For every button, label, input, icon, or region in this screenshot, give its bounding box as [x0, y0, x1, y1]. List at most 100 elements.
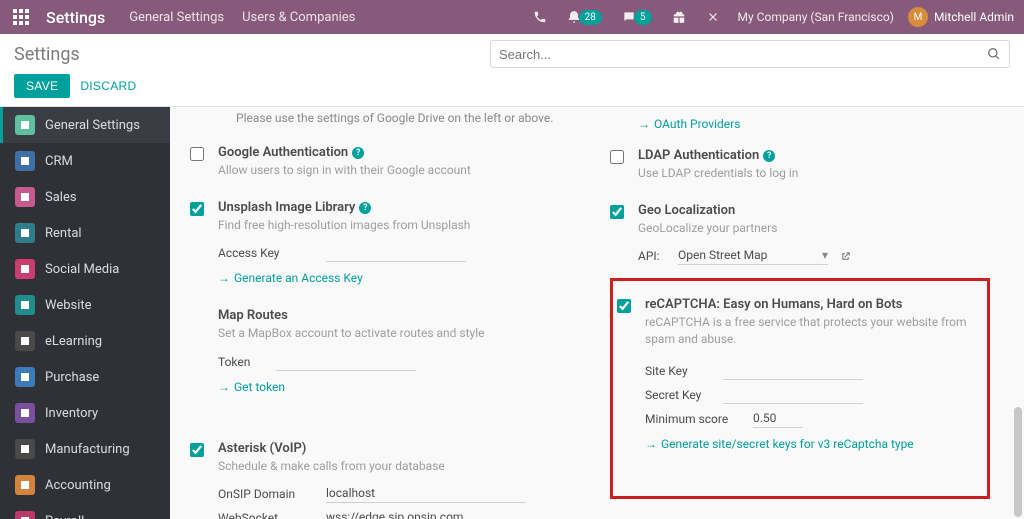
discard-button[interactable]: DISCARD: [80, 79, 136, 93]
sidebar-icon: [15, 295, 35, 315]
setting-unsplash: Unsplash Image Library? Find free high-r…: [190, 192, 570, 300]
sidebar-icon: [15, 331, 35, 351]
activity-icon[interactable]: 28: [561, 6, 608, 28]
sidebar-item-sales[interactable]: Sales: [0, 179, 170, 215]
min-score-label: Minimum score: [645, 412, 745, 426]
site-key-input[interactable]: [723, 362, 863, 380]
onsip-input[interactable]: localhost: [326, 485, 526, 503]
sidebar-item-label: General Settings: [45, 118, 140, 133]
min-score-input[interactable]: 0.50: [753, 410, 803, 428]
recaptcha-title: reCAPTCHA: Easy on Humans, Hard on Bots: [645, 297, 902, 312]
messaging-icon[interactable]: 5: [616, 6, 658, 28]
sidebar-item-label: Inventory: [45, 406, 98, 421]
secret-key-input[interactable]: [723, 386, 863, 404]
sidebar-icon: [15, 475, 35, 495]
geo-title: Geo Localization: [638, 203, 735, 218]
sidebar-item-general-settings[interactable]: General Settings: [0, 107, 170, 143]
sidebar-icon: [15, 511, 35, 519]
sidebar-icon: [15, 151, 35, 171]
google-auth-title: Google Authentication: [218, 145, 348, 160]
ldap-desc: Use LDAP credentials to log in: [638, 165, 990, 181]
sidebar-item-elearning[interactable]: eLearning: [0, 323, 170, 359]
sidebar-item-accounting[interactable]: Accounting: [0, 467, 170, 503]
asterisk-title: Asterisk (VoIP): [218, 441, 306, 456]
search-input[interactable]: [499, 47, 987, 62]
sidebar-icon: [15, 259, 35, 279]
gift-icon[interactable]: [666, 6, 692, 28]
geo-api-select[interactable]: Open Street Map▾: [678, 247, 828, 265]
recaptcha-checkbox[interactable]: [617, 299, 631, 313]
sidebar-item-label: Social Media: [45, 262, 119, 277]
maproutes-title: Map Routes: [218, 308, 288, 323]
unsplash-title: Unsplash Image Library: [218, 200, 355, 215]
ldap-checkbox[interactable]: [610, 150, 624, 164]
access-key-input[interactable]: [326, 244, 466, 262]
geo-desc: GeoLocalize your partners: [638, 220, 990, 236]
sidebar-item-label: Accounting: [45, 478, 111, 493]
recaptcha-desc: reCAPTCHA is a free service that protect…: [645, 314, 975, 346]
access-key-label: Access Key: [218, 246, 318, 260]
top-nav: Settings General Settings Users & Compan…: [0, 0, 1024, 34]
nav-users-companies[interactable]: Users & Companies: [242, 10, 355, 25]
unsplash-desc: Find free high-resolution images from Un…: [218, 217, 570, 233]
nav-general-settings[interactable]: General Settings: [129, 10, 224, 25]
sidebar-icon: [15, 367, 35, 387]
external-link-icon[interactable]: [840, 251, 851, 262]
phone-icon[interactable]: [527, 6, 553, 28]
sidebar-item-label: Manufacturing: [45, 442, 130, 457]
sidebar-icon: [15, 439, 35, 459]
asterisk-desc: Schedule & make calls from your database: [218, 458, 570, 474]
search-icon: [987, 47, 1001, 61]
search-input-wrap[interactable]: [490, 40, 1010, 68]
get-token-link[interactable]: →Get token: [218, 380, 285, 394]
settings-col-left: Please use the settings of Google Drive …: [170, 107, 590, 519]
secret-key-label: Secret Key: [645, 388, 715, 402]
token-label: Token: [218, 355, 268, 369]
generate-recaptcha-keys-link[interactable]: →Generate site/secret keys for v3 reCapt…: [645, 437, 914, 451]
sidebar-item-social-media[interactable]: Social Media: [0, 251, 170, 287]
messaging-badge: 5: [634, 10, 652, 25]
setting-recaptcha: reCAPTCHA: Easy on Humans, Hard on Bots …: [617, 289, 975, 455]
avatar: M: [908, 7, 928, 27]
sidebar-item-label: Website: [45, 298, 92, 313]
sidebar-item-payroll[interactable]: Payroll: [0, 503, 170, 519]
close-tray-icon[interactable]: [700, 6, 726, 28]
sidebar-item-label: Purchase: [45, 370, 99, 385]
google-drive-hint: Please use the settings of Google Drive …: [190, 107, 570, 137]
settings-content: Please use the settings of Google Drive …: [170, 107, 1024, 519]
save-button[interactable]: SAVE: [14, 74, 70, 98]
help-icon[interactable]: ?: [352, 147, 364, 159]
token-input[interactable]: [276, 353, 416, 371]
control-panel: Settings SAVE DISCARD: [0, 34, 1024, 107]
google-auth-checkbox[interactable]: [190, 147, 204, 161]
ldap-title: LDAP Authentication: [638, 148, 759, 163]
sidebar-item-inventory[interactable]: Inventory: [0, 395, 170, 431]
user-menu[interactable]: M Mitchell Admin: [908, 7, 1014, 27]
unsplash-checkbox[interactable]: [190, 202, 204, 216]
generate-access-key-link[interactable]: →Generate an Access Key: [218, 271, 363, 285]
geo-checkbox[interactable]: [610, 205, 624, 219]
sidebar-item-label: CRM: [45, 154, 73, 169]
activity-badge: 28: [579, 10, 602, 25]
sidebar-item-website[interactable]: Website: [0, 287, 170, 323]
setting-geolocalization: Geo Localization GeoLocalize your partne…: [610, 195, 990, 282]
page-title: Settings: [14, 44, 80, 65]
sidebar-item-purchase[interactable]: Purchase: [0, 359, 170, 395]
sidebar-item-label: Payroll: [45, 514, 84, 519]
sidebar-item-crm[interactable]: CRM: [0, 143, 170, 179]
help-icon[interactable]: ?: [763, 150, 775, 162]
company-selector[interactable]: My Company (San Francisco): [738, 10, 894, 24]
help-icon[interactable]: ?: [359, 202, 371, 214]
scrollbar-thumb[interactable]: [1014, 407, 1022, 517]
sidebar-item-label: Rental: [45, 226, 82, 241]
main: General Settings CRM Sales Rental Social Med…: [0, 107, 1024, 519]
sidebar-icon: [15, 403, 35, 423]
oauth-providers-link[interactable]: →OAuth Providers: [638, 117, 740, 131]
sidebar-item-rental[interactable]: Rental: [0, 215, 170, 251]
websocket-input[interactable]: wss://edge.sip.onsip.com: [326, 509, 526, 519]
maproutes-desc: Set a MapBox account to activate routes …: [218, 325, 570, 341]
asterisk-checkbox[interactable]: [190, 443, 204, 457]
apps-icon[interactable]: [10, 6, 32, 28]
sidebar-item-manufacturing[interactable]: Manufacturing: [0, 431, 170, 467]
setting-google-auth: Google Authentication? Allow users to si…: [190, 137, 570, 192]
